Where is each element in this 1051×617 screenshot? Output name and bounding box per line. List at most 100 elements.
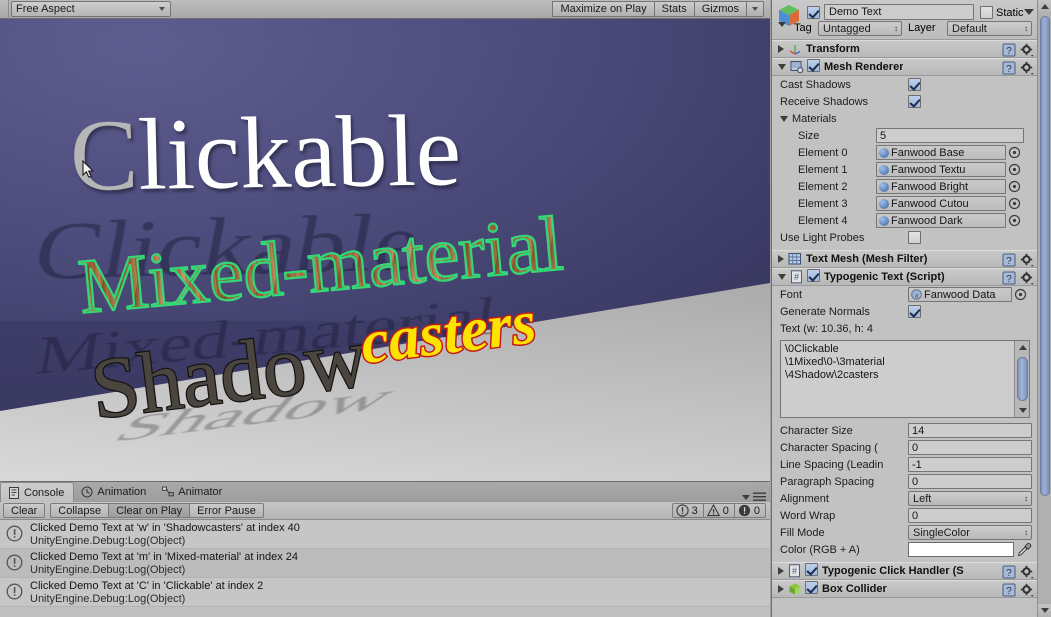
click-handler-enabled-checkbox[interactable] bbox=[805, 563, 818, 579]
gear-icon[interactable] bbox=[1020, 253, 1034, 267]
static-checkbox-group[interactable]: Static bbox=[980, 6, 1024, 19]
static-checkbox[interactable] bbox=[980, 6, 993, 19]
receive-shadows-checkbox[interactable] bbox=[908, 95, 921, 108]
aspect-ratio-dropdown[interactable]: Free Aspect bbox=[11, 1, 171, 17]
game-view-render[interactable]: Clickable Mixed-material Clickable Mixed… bbox=[0, 19, 770, 481]
element-object-field[interactable]: Fanwood Dark bbox=[876, 213, 1006, 228]
gizmos-dropdown-button[interactable] bbox=[746, 1, 764, 17]
gear-icon[interactable] bbox=[1020, 43, 1034, 57]
foldout-arrow-icon[interactable] bbox=[780, 115, 788, 122]
chevron-down-icon[interactable] bbox=[742, 494, 750, 500]
foldout-arrow-icon[interactable] bbox=[778, 274, 786, 280]
element-object-field[interactable]: Fanwood Base bbox=[876, 145, 1006, 160]
materials-foldout-row[interactable]: Materials bbox=[772, 110, 1038, 127]
tab-console[interactable]: Console bbox=[0, 482, 75, 502]
font-object-field[interactable]: a Fanwood Data bbox=[908, 287, 1012, 302]
box-collider-enabled-checkbox[interactable] bbox=[805, 581, 818, 597]
line-spacing-field[interactable]: -1 bbox=[908, 457, 1032, 472]
foldout-arrow-icon[interactable] bbox=[778, 255, 784, 263]
gameobject-active-checkbox[interactable] bbox=[807, 6, 820, 22]
character-spacing-field[interactable]: 0 bbox=[908, 440, 1032, 455]
cast-shadows-checkbox[interactable] bbox=[908, 78, 921, 91]
scrollbar-thumb[interactable] bbox=[1017, 357, 1028, 401]
foldout-arrow-icon[interactable] bbox=[778, 567, 784, 575]
gear-icon[interactable] bbox=[1020, 583, 1034, 597]
object-picker-icon[interactable] bbox=[1014, 288, 1027, 301]
generate-normals-checkbox[interactable] bbox=[908, 305, 921, 318]
scrollbar-thumb[interactable] bbox=[1040, 16, 1050, 496]
textarea-scrollbar[interactable] bbox=[1014, 341, 1029, 417]
word-wrap-field[interactable]: 0 bbox=[908, 508, 1032, 523]
scene-text-clickable-selected-char[interactable]: C bbox=[69, 99, 140, 213]
color-swatch-field[interactable] bbox=[908, 542, 1014, 557]
element-object-field[interactable]: Fanwood Cutou bbox=[876, 196, 1006, 211]
character-size-field[interactable]: 14 bbox=[908, 423, 1032, 438]
tab-animator[interactable]: Animator bbox=[155, 482, 231, 502]
scene-text-clickable-rest[interactable]: lickable bbox=[137, 94, 463, 211]
table-row[interactable]: Clicked Demo Text at 'm' in 'Mixed-mater… bbox=[0, 549, 770, 578]
component-header-typogenic-text[interactable]: # Typogenic Text (Script) ? bbox=[772, 268, 1038, 286]
gameobject-icon-dropdown[interactable] bbox=[778, 22, 786, 27]
clear-on-play-button[interactable]: Clear on Play bbox=[109, 503, 191, 518]
scroll-up-arrow-icon[interactable] bbox=[1038, 0, 1051, 13]
gear-icon[interactable] bbox=[1020, 271, 1034, 285]
clear-button[interactable]: Clear bbox=[3, 503, 46, 518]
help-icon[interactable]: ? bbox=[1002, 565, 1016, 579]
scene-text-mixed-wood-part[interactable]: Mixed bbox=[74, 224, 287, 331]
component-header-transform[interactable]: Transform ? bbox=[772, 40, 1038, 58]
error-count[interactable]: 0 bbox=[734, 503, 766, 518]
gear-icon[interactable] bbox=[1020, 61, 1034, 75]
stats-button[interactable]: Stats bbox=[653, 1, 694, 17]
foldout-arrow-icon[interactable] bbox=[778, 64, 786, 70]
text-textarea[interactable]: \0Clickable \1Mixed\0-\3material \4Shado… bbox=[780, 340, 1030, 418]
table-row[interactable]: Clicked Demo Text at 'C' in 'Clickable' … bbox=[0, 578, 770, 607]
scroll-down-arrow-icon[interactable] bbox=[1015, 404, 1029, 417]
paragraph-spacing-field[interactable]: 0 bbox=[908, 474, 1032, 489]
layer-dropdown[interactable]: Default ↕ bbox=[947, 21, 1032, 36]
gear-icon[interactable] bbox=[1020, 565, 1034, 579]
help-icon[interactable]: ? bbox=[1002, 271, 1016, 285]
info-count[interactable]: 3 bbox=[671, 503, 704, 518]
component-header-typogenic-click-handler[interactable]: # Typogenic Click Handler (S ? bbox=[772, 562, 1038, 580]
component-header-box-collider[interactable]: Box Collider ? bbox=[772, 580, 1038, 598]
inspector-scrollbar[interactable] bbox=[1037, 0, 1051, 617]
foldout-arrow-icon[interactable] bbox=[778, 585, 784, 593]
panel-drag-handle[interactable] bbox=[0, 0, 9, 19]
object-picker-icon[interactable] bbox=[1008, 180, 1021, 193]
help-icon[interactable]: ? bbox=[1002, 583, 1016, 597]
object-picker-icon[interactable] bbox=[1008, 146, 1021, 159]
eyedropper-icon[interactable] bbox=[1017, 542, 1032, 557]
help-icon[interactable]: ? bbox=[1002, 253, 1016, 267]
gizmos-button[interactable]: Gizmos bbox=[693, 1, 746, 17]
foldout-arrow-icon[interactable] bbox=[778, 45, 784, 53]
gameobject-name-field[interactable]: Demo Text bbox=[824, 4, 974, 20]
help-icon[interactable]: ? bbox=[1002, 43, 1016, 57]
warning-count[interactable]: 0 bbox=[703, 503, 735, 518]
scene-text-clickable[interactable]: Clickable bbox=[69, 94, 463, 212]
object-picker-icon[interactable] bbox=[1008, 214, 1021, 227]
tab-animation[interactable]: Animation bbox=[74, 482, 155, 502]
fill-mode-dropdown[interactable]: SingleColor ↕ bbox=[908, 525, 1032, 540]
static-dropdown-icon[interactable] bbox=[1024, 9, 1034, 15]
component-header-text-mesh[interactable]: Text Mesh (Mesh Filter) ? bbox=[772, 250, 1038, 268]
scroll-down-arrow-icon[interactable] bbox=[1038, 604, 1051, 617]
component-header-mesh-renderer[interactable]: Mesh Renderer ? bbox=[772, 58, 1038, 76]
panel-menu-icon[interactable] bbox=[753, 492, 766, 502]
table-row[interactable]: Clicked Demo Text at 'w' in 'Shadowcaste… bbox=[0, 520, 770, 549]
element-object-field[interactable]: Fanwood Textu bbox=[876, 162, 1006, 177]
collapse-button[interactable]: Collapse bbox=[50, 503, 110, 518]
object-picker-icon[interactable] bbox=[1008, 197, 1021, 210]
object-picker-icon[interactable] bbox=[1008, 163, 1021, 176]
text-textarea-value[interactable]: \0Clickable \1Mixed\0-\3material \4Shado… bbox=[785, 343, 1007, 382]
alignment-dropdown[interactable]: Left ↕ bbox=[908, 491, 1032, 506]
console-log-list[interactable]: Clicked Demo Text at 'w' in 'Shadowcaste… bbox=[0, 520, 770, 617]
tag-dropdown[interactable]: Untagged ↕ bbox=[818, 21, 902, 36]
mesh-renderer-enabled-checkbox[interactable] bbox=[807, 59, 820, 75]
use-light-probes-checkbox[interactable] bbox=[908, 231, 921, 244]
scroll-up-arrow-icon[interactable] bbox=[1015, 341, 1029, 354]
typogenic-text-enabled-checkbox[interactable] bbox=[807, 269, 820, 285]
element-object-field[interactable]: Fanwood Bright bbox=[876, 179, 1006, 194]
size-field[interactable]: 5 bbox=[876, 128, 1024, 143]
help-icon[interactable]: ? bbox=[1002, 61, 1016, 75]
error-pause-button[interactable]: Error Pause bbox=[190, 503, 264, 518]
